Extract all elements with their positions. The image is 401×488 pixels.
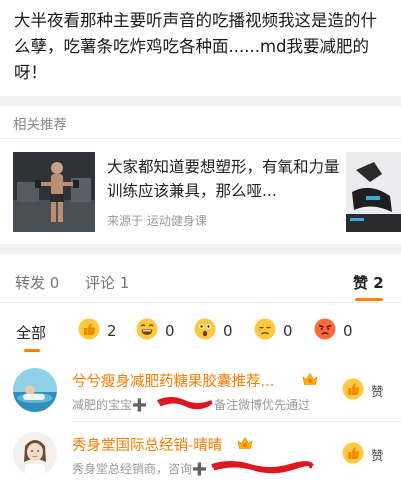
avatar[interactable] xyxy=(13,368,57,412)
thumbs-up-emoji-icon xyxy=(78,318,100,340)
interaction-tabs: 转发 0 评论 1 赞 2 xyxy=(0,262,401,302)
redaction-scribble xyxy=(211,461,314,474)
liker-row[interactable]: 兮兮瘦身减肥药糖果胶囊推荐... 减肥的宝宝➕ 备注微博优先通过 赞 xyxy=(0,364,401,422)
liker-description: 秀身堂总经销商，咨询➕ xyxy=(72,462,207,476)
reaction-count: 2 xyxy=(107,322,117,340)
surprised-emoji-icon xyxy=(194,318,216,340)
recommend-thumbnail-next[interactable] xyxy=(346,152,401,232)
thumbs-up-icon xyxy=(342,378,364,400)
divider xyxy=(0,138,401,139)
recommend-header: 相关推荐 xyxy=(13,117,67,133)
redaction-scribble xyxy=(157,397,213,410)
recommend-card[interactable]: 大家都知道要想塑形，有氧和力量训练应该兼具，那么哑... 来源于 运动健身课 xyxy=(13,152,344,232)
liker-description: 减肥的宝宝➕ xyxy=(72,398,147,412)
reaction-active-indicator xyxy=(24,349,40,352)
divider xyxy=(72,421,401,422)
reaction-count: 0 xyxy=(223,322,233,340)
liker-description-tail: 备注微博优先通过 xyxy=(214,398,311,412)
like-back-button[interactable]: 赞 xyxy=(342,442,392,466)
recommend-source: 来源于 运动健身课 xyxy=(107,214,207,228)
avatar[interactable] xyxy=(13,432,57,476)
section-gap xyxy=(0,96,401,106)
reaction-filter: 全部 2 0 0 0 0 xyxy=(0,316,401,346)
active-tab-indicator xyxy=(355,298,383,301)
crown-badge-icon xyxy=(237,436,253,449)
like-back-label: 赞 xyxy=(371,384,384,399)
angry-emoji-icon xyxy=(314,318,336,340)
section-gap xyxy=(0,244,401,254)
like-back-button[interactable]: 赞 xyxy=(342,378,392,402)
like-back-label: 赞 xyxy=(371,448,384,463)
tab-like[interactable]: 赞 2 xyxy=(353,272,384,293)
liker-name[interactable]: 兮兮瘦身减肥药糖果胶囊推荐... xyxy=(72,370,274,391)
reaction-count: 0 xyxy=(283,322,293,340)
recommend-title: 大家都知道要想塑形，有氧和力量训练应该兼具，那么哑... xyxy=(107,158,340,200)
liker-name[interactable]: 秀身堂国际总经销-晴晴 xyxy=(72,434,222,455)
sad-emoji-icon xyxy=(254,318,276,340)
reaction-count: 0 xyxy=(343,322,353,340)
liker-row[interactable]: 秀身堂国际总经销-晴晴 秀身堂总经销商，咨询➕ 赞 xyxy=(0,428,401,486)
thumbs-up-icon xyxy=(342,442,364,464)
recommend-thumbnail xyxy=(13,152,95,232)
tab-comment[interactable]: 评论 1 xyxy=(85,272,129,293)
divider xyxy=(0,302,401,303)
laughing-emoji-icon xyxy=(136,318,158,340)
post-text: 大半夜看那种主要听声音的吃播视频我这是造的什么孽，吃薯条吃炸鸡吃各种面.....… xyxy=(14,11,377,82)
tab-repost[interactable]: 转发 0 xyxy=(15,272,59,293)
crown-badge-icon xyxy=(302,372,318,385)
reaction-all[interactable]: 全部 xyxy=(16,322,46,343)
reaction-count: 0 xyxy=(165,322,175,340)
